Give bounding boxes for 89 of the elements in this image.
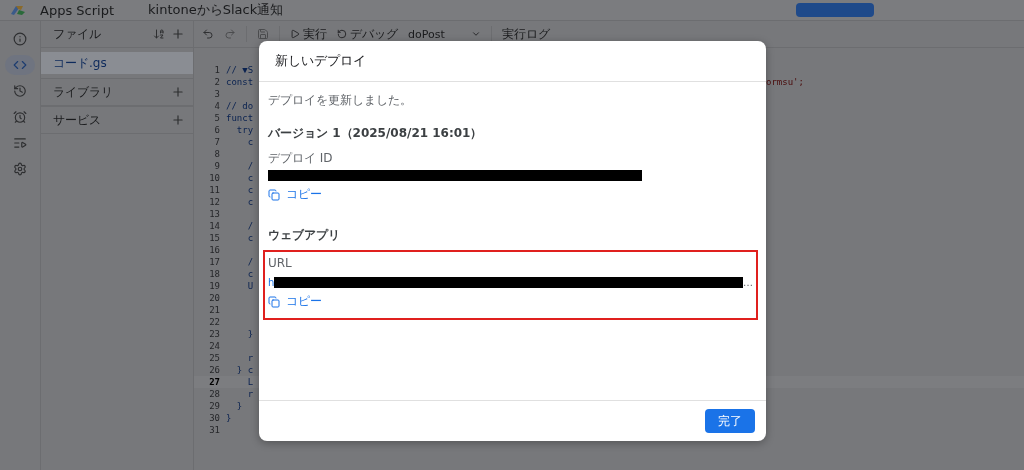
run-button[interactable]: 実行: [290, 25, 327, 43]
url-text[interactable]: h: [268, 277, 275, 288]
line-number: 13: [208, 208, 221, 220]
line-number: 28: [208, 388, 221, 400]
code-text: funct: [225, 112, 254, 124]
code-text: c: [246, 136, 254, 148]
line-number: 5: [213, 112, 221, 124]
line-number: 19: [208, 280, 221, 292]
line-number: 4: [213, 100, 221, 112]
play-icon: [290, 29, 300, 39]
code-text: try: [235, 124, 254, 136]
add-icon[interactable]: [171, 113, 185, 127]
logo-icon: [10, 4, 26, 16]
redo-icon[interactable]: [224, 28, 236, 40]
line-number: 17: [208, 256, 221, 268]
section-title: ライブラリ: [53, 83, 114, 101]
line-number: 10: [208, 172, 221, 184]
code-text: r: [246, 388, 254, 400]
code-text: L: [246, 376, 254, 388]
code-text: const: [225, 76, 254, 88]
code-text: /: [246, 220, 254, 232]
save-icon[interactable]: [257, 28, 269, 40]
line-number: 18: [208, 268, 221, 280]
version-heading: バージョン 1（2025/08/21 16:01）: [268, 125, 484, 142]
code-text: }: [246, 328, 254, 340]
debug-button[interactable]: デバッグ: [337, 25, 398, 43]
line-number: 24: [208, 340, 221, 352]
line-number: 14: [208, 220, 221, 232]
code-text: c: [246, 232, 254, 244]
code-icon[interactable]: [5, 55, 35, 75]
code-text: // ▼S: [225, 64, 254, 76]
function-select[interactable]: doPost: [408, 27, 481, 41]
line-number: 12: [208, 196, 221, 208]
code-text: c: [246, 172, 254, 184]
file-item[interactable]: コード.gs: [41, 52, 193, 74]
line-number: 2: [213, 76, 221, 88]
line-number: 27: [208, 376, 221, 388]
sort-icon[interactable]: [153, 28, 165, 40]
copy-icon: [268, 188, 280, 201]
code-text: /: [246, 256, 254, 268]
ellipsis-text: …: [743, 277, 753, 288]
add-icon[interactable]: [171, 85, 185, 99]
status-message: デプロイを更新しました。: [268, 92, 413, 109]
code-text: c: [246, 184, 254, 196]
field-label: URL: [268, 256, 293, 270]
line-number: 7: [213, 136, 221, 148]
copy-button[interactable]: コピー: [268, 293, 322, 310]
undo-icon[interactable]: [202, 28, 214, 40]
code-text: }: [225, 412, 232, 424]
code-text: }: [235, 400, 243, 412]
line-number: 16: [208, 244, 221, 256]
line-number: 29: [208, 400, 221, 412]
field-label: デプロイ ID: [268, 150, 334, 167]
line-number: 26: [208, 364, 221, 376]
line-number: 11: [208, 184, 221, 196]
code-text: U: [246, 280, 254, 292]
done-button[interactable]: 完了: [705, 409, 755, 433]
section-title: サービス: [53, 111, 102, 129]
line-number: 1: [213, 64, 221, 76]
caret-icon: [470, 29, 481, 39]
line-number: 30: [208, 412, 221, 424]
line-number: 31: [208, 424, 221, 436]
section-heading: ウェブアプリ: [268, 227, 341, 244]
panel-title: ファイル: [53, 25, 102, 43]
line-number: 20: [208, 292, 221, 304]
line-number: 6: [213, 124, 221, 136]
add-icon[interactable]: [171, 27, 185, 41]
copy-button[interactable]: コピー: [268, 186, 322, 203]
line-number: 15: [208, 232, 221, 244]
line-number: 8: [213, 148, 221, 160]
code-text: c: [246, 268, 254, 280]
code-text: ormsu';: [766, 76, 805, 88]
line-number: 21: [208, 304, 221, 316]
app-name: Apps Script: [40, 2, 114, 18]
code-text: } c: [235, 364, 254, 376]
line-number: 9: [213, 160, 221, 172]
code-text: /: [246, 160, 254, 172]
line-number: 3: [213, 88, 221, 100]
line-number: 23: [208, 328, 221, 340]
code-text: c: [246, 196, 254, 208]
code-text: r: [246, 352, 254, 364]
debug-icon: [337, 29, 347, 39]
code-text: // do: [225, 100, 254, 112]
execution-log-button[interactable]: 実行ログ: [501, 25, 550, 43]
copy-icon: [268, 295, 280, 308]
line-number: 22: [208, 316, 221, 328]
line-number: 25: [208, 352, 221, 364]
project-title[interactable]: kintoneからSlack通知: [148, 1, 284, 19]
dialog-title: 新しいデプロイ: [259, 41, 766, 82]
